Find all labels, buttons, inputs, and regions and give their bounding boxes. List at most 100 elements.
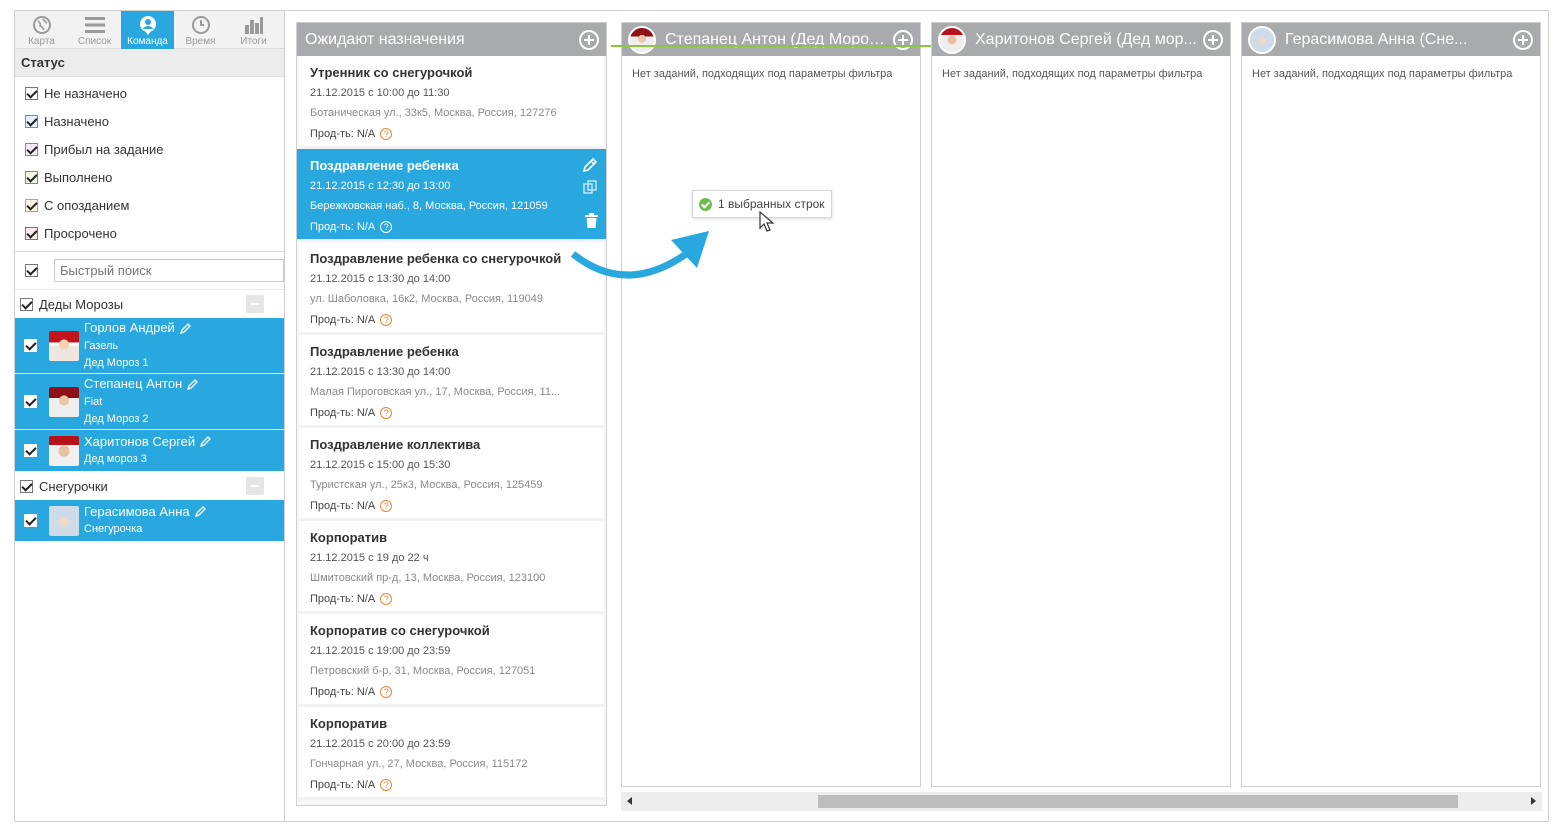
help-question-icon[interactable]: ? bbox=[380, 221, 393, 233]
status-checkbox[interactable] bbox=[25, 198, 38, 212]
status-filter-done[interactable]: Выполнено bbox=[15, 163, 284, 191]
edit-pencil-icon[interactable] bbox=[194, 504, 206, 521]
add-task-plus-icon[interactable] bbox=[1513, 30, 1533, 50]
status-section-title: Статус bbox=[15, 49, 284, 77]
avatar bbox=[49, 386, 79, 417]
nav-map-button[interactable]: Карта bbox=[15, 11, 68, 49]
add-task-plus-icon[interactable] bbox=[893, 30, 913, 50]
status-label: С опозданием bbox=[44, 197, 130, 213]
bar-chart-icon bbox=[243, 15, 265, 35]
nav-totals-button[interactable]: Итоги bbox=[227, 11, 280, 49]
task-date: 21.12.2015 с 19:00 до 23:59 bbox=[310, 645, 451, 657]
nav-list-label: Список bbox=[77, 36, 112, 47]
group-label: Снегурочки bbox=[39, 478, 108, 494]
add-task-plus-icon[interactable] bbox=[1203, 30, 1223, 50]
agent-column[interactable]: Герасимова Анна (Сне... Нет заданий, под… bbox=[1241, 22, 1541, 787]
drag-direction-arrow-icon bbox=[571, 231, 709, 279]
status-filter-unassigned[interactable]: Не назначено bbox=[15, 79, 284, 107]
team-member-row[interactable]: Харитонов Сергей Дед мороз 3 bbox=[15, 430, 284, 472]
nav-totals-label: Итоги bbox=[240, 36, 267, 47]
task-card-selected[interactable]: Поздравление ребенка 21.12.2015 с 12:30 … bbox=[297, 149, 606, 242]
team-member-row[interactable]: Степанец Антон Fiat Дед Мороз 2 bbox=[15, 374, 284, 430]
status-filter-overdue[interactable]: Просрочено bbox=[15, 219, 284, 247]
status-filter-late[interactable]: С опозданием bbox=[15, 191, 284, 219]
task-date: 21.12.2015 с 10:00 до 11:30 bbox=[310, 87, 450, 99]
edit-pencil-icon[interactable] bbox=[179, 321, 191, 338]
group-header-santas[interactable]: Деды Морозы bbox=[15, 290, 284, 318]
member-checkbox[interactable] bbox=[24, 514, 37, 527]
team-member-row[interactable]: Горлов Андрей Газель Дед Мороз 1 bbox=[15, 318, 284, 374]
member-checkbox[interactable] bbox=[24, 444, 37, 457]
help-question-icon[interactable]: ? bbox=[380, 407, 393, 419]
status-filter-assigned[interactable]: Назначено bbox=[15, 107, 284, 135]
drag-tooltip-label: 1 выбранных строк bbox=[718, 197, 825, 211]
status-checkbox[interactable] bbox=[25, 86, 38, 100]
agent-column-title: Герасимова Анна (Сне... bbox=[1285, 31, 1468, 48]
agent-column[interactable]: Степанец Антон (Дед Мороз ... Нет задани… bbox=[621, 22, 921, 787]
task-address: Бережковская наб., 8, Москва, Россия, 12… bbox=[310, 200, 548, 212]
task-card[interactable]: Поздравление ребенка со снегурочкой 21.1… bbox=[299, 242, 604, 335]
status-checkbox[interactable] bbox=[25, 170, 38, 184]
task-card[interactable]: Корпоратив 21.12.2015 с 20:00 до 23:59 Г… bbox=[299, 707, 604, 800]
group-header-snow-maidens[interactable]: Снегурочки bbox=[15, 472, 284, 500]
member-role: Дед Мороз 2 bbox=[84, 412, 149, 425]
status-label: Не назначено bbox=[44, 85, 127, 101]
status-label: Выполнено bbox=[44, 169, 113, 185]
member-name: Горлов Андрей bbox=[84, 320, 175, 336]
help-question-icon[interactable]: ? bbox=[380, 686, 393, 698]
edit-pencil-icon[interactable] bbox=[200, 434, 212, 451]
task-title: Поздравление ребенка bbox=[310, 158, 459, 173]
copy-icon[interactable] bbox=[582, 179, 598, 195]
status-checkbox[interactable] bbox=[25, 142, 38, 156]
edit-pencil-icon[interactable] bbox=[187, 377, 199, 394]
task-card[interactable]: Поздравление коллектива 21.12.2015 с 15:… bbox=[299, 428, 604, 521]
nav-time-label: Время bbox=[185, 36, 216, 47]
task-card[interactable]: Утренник со снегурочкой 21.12.2015 с 10:… bbox=[299, 56, 604, 149]
empty-message: Нет заданий, подходящих под параметры фи… bbox=[942, 68, 1203, 80]
member-name: Степанец Антон bbox=[84, 376, 183, 392]
help-question-icon[interactable]: ? bbox=[380, 314, 393, 326]
quick-search-input[interactable] bbox=[54, 259, 284, 282]
status-checkbox[interactable] bbox=[25, 114, 38, 128]
add-task-plus-icon[interactable] bbox=[579, 30, 599, 50]
task-date: 21.12.2015 с 12:30 до 13:00 bbox=[310, 180, 451, 192]
agent-column[interactable]: Харитонов Сергей (Дед мор... Нет заданий… bbox=[931, 22, 1231, 787]
nav-time-button[interactable]: Время bbox=[174, 11, 227, 49]
member-vehicle: Газель bbox=[84, 339, 119, 352]
task-date: 21.12.2015 с 13:30 до 14:00 bbox=[310, 273, 451, 285]
help-question-icon[interactable]: ? bbox=[380, 128, 393, 140]
team-member-row[interactable]: Герасимова Анна Снегурочка bbox=[15, 500, 284, 542]
task-productivity: Прод-ть: N/A bbox=[310, 314, 376, 326]
collapse-icon[interactable] bbox=[246, 477, 264, 495]
member-name: Герасимова Анна bbox=[84, 503, 190, 519]
help-question-icon[interactable]: ? bbox=[380, 593, 393, 605]
edit-pencil-icon[interactable] bbox=[582, 157, 598, 173]
member-checkbox[interactable] bbox=[24, 395, 37, 408]
list-icon bbox=[84, 15, 106, 35]
scroll-right-arrow-icon[interactable] bbox=[1531, 797, 1536, 805]
select-all-checkbox[interactable] bbox=[25, 264, 38, 277]
task-address: ул. Шаболовка, 16к2, Москва, Россия, 119… bbox=[310, 293, 543, 305]
task-title: Поздравление коллектива bbox=[310, 437, 481, 452]
status-filter-arrived[interactable]: Прибыл на задание bbox=[15, 135, 284, 163]
task-card[interactable]: Корпоратив со снегурочкой 21.12.2015 с 1… bbox=[299, 614, 604, 707]
member-checkbox[interactable] bbox=[24, 339, 37, 352]
task-card[interactable]: Корпоратив 21.12.2015 с 19 до 22 ч Шмито… bbox=[299, 521, 604, 614]
help-question-icon[interactable]: ? bbox=[380, 500, 393, 512]
collapse-icon[interactable] bbox=[246, 295, 264, 313]
help-question-icon[interactable]: ? bbox=[380, 779, 393, 791]
agent-avatar bbox=[1248, 26, 1276, 54]
group-checkbox[interactable] bbox=[20, 479, 33, 493]
sidebar: Карта Список Команда Время Итоги Статус … bbox=[15, 11, 285, 821]
scroll-left-arrow-icon[interactable] bbox=[627, 797, 632, 805]
nav-map-label: Карта bbox=[28, 36, 55, 47]
status-checkbox[interactable] bbox=[25, 226, 38, 240]
group-checkbox[interactable] bbox=[20, 297, 33, 311]
horizontal-scrollbar[interactable] bbox=[621, 792, 1542, 811]
nav-team-button[interactable]: Команда bbox=[121, 11, 174, 49]
scrollbar-thumb[interactable] bbox=[818, 795, 1458, 808]
clock-icon bbox=[190, 15, 212, 35]
task-address: Туристская ул., 25к3, Москва, Россия, 12… bbox=[310, 479, 543, 491]
nav-list-button[interactable]: Список bbox=[68, 11, 121, 49]
task-card[interactable]: Поздравление ребенка 21.12.2015 с 13:30 … bbox=[299, 335, 604, 428]
